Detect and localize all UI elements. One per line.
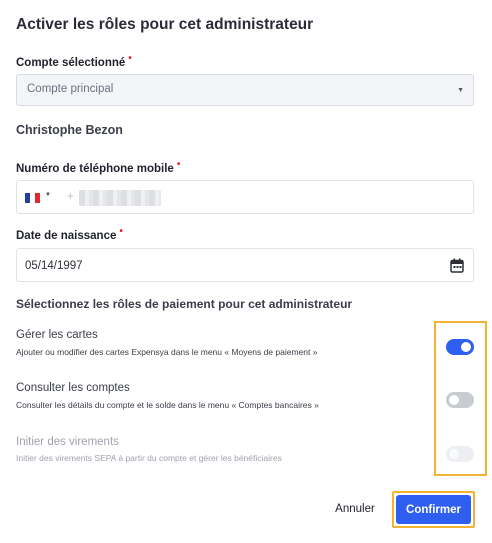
- toggle-knob: [461, 342, 471, 352]
- toggle-knob: [449, 395, 459, 405]
- confirm-highlight-box: Confirmer: [392, 491, 475, 528]
- dialog-title: Activer les rôles pour cet administrateu…: [16, 16, 314, 33]
- birthdate-value: 05/14/1997: [25, 260, 83, 272]
- role-title: Consulter les comptes: [16, 382, 130, 394]
- phone-value: +: [67, 191, 75, 203]
- phone-field[interactable]: ▼ +: [16, 180, 474, 214]
- account-label-text: Compte sélectionné: [16, 57, 126, 69]
- role-description: Initier des virements SEPA à partir du c…: [16, 453, 282, 463]
- role-description: Ajouter ou modifier des cartes Expensya …: [16, 347, 318, 357]
- calendar-icon[interactable]: [450, 258, 464, 273]
- administrator-name: Christophe Bezon: [16, 123, 123, 137]
- role-title: Gérer les cartes: [16, 329, 98, 341]
- required-marker: •: [176, 159, 181, 171]
- account-label: Compte sélectionné •: [16, 54, 132, 69]
- chevron-down-icon: ▼: [457, 87, 464, 94]
- confirm-button[interactable]: Confirmer: [396, 495, 471, 524]
- required-marker: •: [119, 226, 123, 238]
- view-accounts-toggle[interactable]: [446, 392, 474, 408]
- phone-label-text: Numéro de téléphone mobile: [16, 163, 174, 175]
- account-select[interactable]: Compte principal ▼: [16, 74, 474, 106]
- france-flag-icon[interactable]: [25, 193, 40, 203]
- redacted-phone-number: [79, 190, 161, 206]
- birthdate-label-text: Date de naissance: [16, 230, 117, 242]
- initiate-transfers-toggle: [446, 446, 474, 462]
- role-title: Initier des virements: [16, 436, 119, 448]
- role-description: Consulter les détails du compte et le so…: [16, 400, 319, 410]
- manage-cards-toggle[interactable]: [446, 339, 474, 355]
- birthdate-field[interactable]: 05/14/1997: [16, 248, 474, 282]
- birthdate-label: Date de naissance •: [16, 227, 123, 242]
- phone-label: Numéro de téléphone mobile •: [16, 160, 180, 175]
- country-chevron-down-icon[interactable]: ▼: [45, 192, 51, 198]
- toggle-knob: [449, 449, 459, 459]
- required-marker: •: [128, 53, 132, 65]
- cancel-button[interactable]: Annuler: [326, 500, 384, 518]
- roles-section-title: Sélectionnez les rôles de paiement pour …: [16, 297, 353, 311]
- account-select-value: Compte principal: [27, 83, 114, 95]
